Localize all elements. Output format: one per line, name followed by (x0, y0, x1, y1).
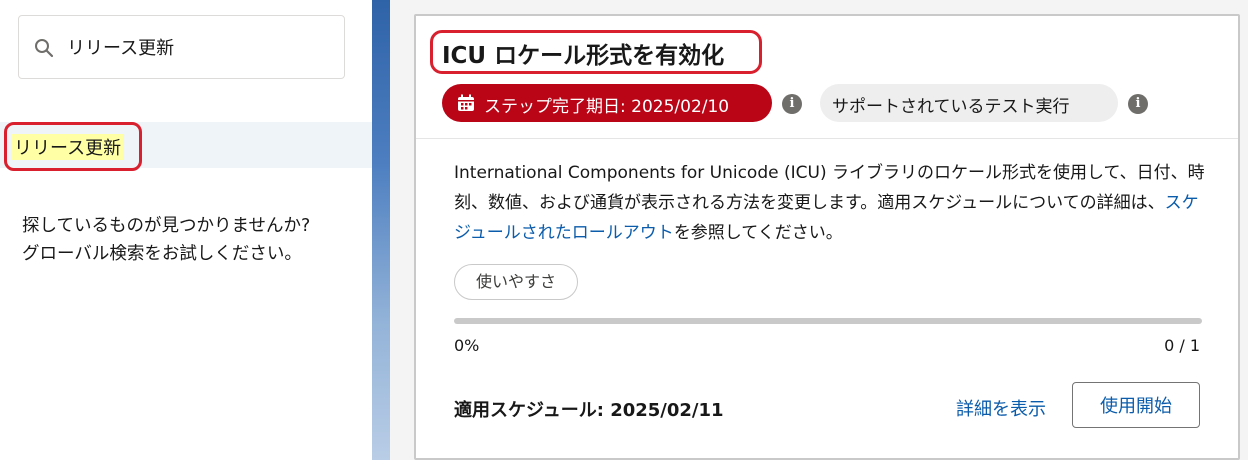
description-text: International Components for Unicode (IC… (454, 163, 1205, 213)
sidebar-annotation-highlight (4, 122, 142, 171)
due-date-text: ステップ完了期日: 2025/02/10 (484, 97, 730, 117)
category-tag: 使いやすさ (454, 264, 578, 300)
search-icon (35, 39, 54, 58)
support-badge: サポートされているテスト実行 (820, 84, 1118, 122)
get-started-button[interactable]: 使用開始 (1072, 382, 1200, 428)
due-date-badge: ステップ完了期日: 2025/02/10 (442, 84, 772, 122)
not-found-message: 探しているものが見つかりませんか? グローバル検索をお試しください。 (22, 212, 362, 268)
search-box[interactable]: リリース更新 (18, 15, 345, 79)
progress-bar (454, 318, 1202, 324)
release-update-card: ICU ロケール形式を有効化 ステップ完了期日: 2025/02/10 i サポ… (414, 14, 1240, 460)
support-badge-text: サポートされているテスト実行 (832, 97, 1070, 117)
info-icon[interactable]: i (1128, 94, 1148, 114)
title-annotation-highlight (430, 30, 762, 74)
description-text: を参照してください。 (673, 223, 843, 243)
enforcement-schedule: 適用スケジュール: 2025/02/11 (454, 400, 724, 421)
divider (416, 138, 1238, 139)
not-found-line: 探しているものが見つかりませんか? (22, 216, 311, 236)
not-found-line: グローバル検索をお試しください。 (22, 244, 302, 264)
progress-count: 0 / 1 (1164, 336, 1200, 355)
info-icon[interactable]: i (782, 94, 802, 114)
show-details-link[interactable]: 詳細を表示 (956, 395, 1046, 421)
search-input[interactable]: リリース更新 (67, 34, 174, 60)
background-decoration (372, 0, 390, 460)
description: International Components for Unicode (IC… (454, 158, 1214, 248)
sidebar: リリース更新 リリース更新 探しているものが見つかりませんか? グローバル検索を… (0, 0, 372, 460)
progress-percent: 0% (454, 336, 480, 355)
calendar-icon (458, 94, 474, 111)
